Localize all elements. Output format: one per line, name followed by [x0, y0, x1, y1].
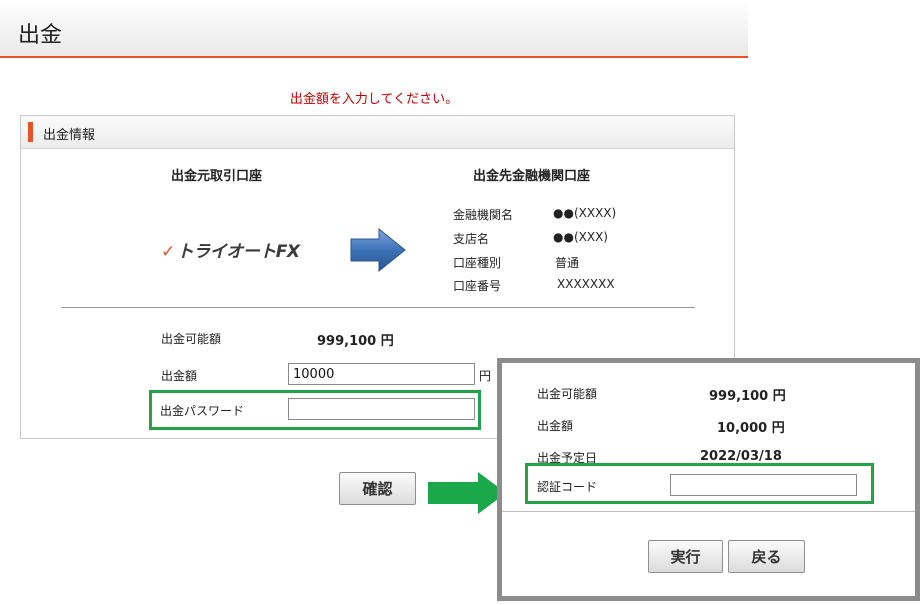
password-label: 出金パスワード [160, 404, 245, 418]
destination-account-title: 出金先金融機関口座 [473, 169, 591, 184]
panel-accent-bar [28, 122, 33, 142]
triauto-fx-logo: ✓ トライオートFX [161, 242, 300, 262]
notice-message: 出金額を入力してください。 [289, 92, 459, 107]
popup-amount-label: 出金額 [537, 419, 574, 433]
transfer-arrow-icon [350, 227, 406, 273]
auth-code-input[interactable] [670, 474, 857, 496]
panel-title: 出金情報 [43, 128, 96, 143]
back-button[interactable]: 戻る [728, 540, 805, 573]
panel-header: 出金情報 [21, 116, 734, 149]
account-type-value: 普通 [555, 256, 580, 270]
bank-name-value: ●●(XXXX) [553, 206, 617, 220]
amount-unit: 円 [479, 369, 492, 383]
page-header: 出金 [0, 4, 748, 58]
popup-date-value: 2022/03/18 [700, 449, 782, 464]
source-account-title: 出金元取引口座 [171, 169, 263, 184]
available-amount-label: 出金可能額 [161, 332, 222, 346]
confirmation-popup: 出金可能額 999,100 円 出金額 10,000 円 出金予定日 2022/… [497, 358, 920, 601]
popup-available-value: 999,100 円 [709, 389, 786, 404]
branch-name-value: ●●(XXX) [553, 230, 608, 244]
popup-separator [502, 511, 915, 512]
amount-input[interactable] [288, 363, 475, 385]
page-title: 出金 [18, 23, 63, 48]
account-number-label: 口座番号 [453, 279, 502, 293]
execute-button[interactable]: 実行 [648, 540, 723, 573]
confirm-button[interactable]: 確認 [339, 472, 416, 505]
bank-name-label: 金融機関名 [453, 208, 514, 222]
available-amount-value: 999,100 円 [317, 334, 394, 349]
branch-name-label: 支店名 [453, 232, 490, 246]
account-number-value: XXXXXXX [557, 277, 615, 291]
auth-code-label: 認証コード [537, 480, 598, 494]
amount-label: 出金額 [161, 369, 198, 383]
next-step-arrow-icon [428, 472, 506, 514]
popup-amount-value: 10,000 円 [717, 421, 785, 436]
popup-available-label: 出金可能額 [537, 387, 598, 401]
account-type-label: 口座種別 [453, 256, 502, 270]
password-input[interactable] [288, 398, 475, 420]
panel-divider [61, 307, 695, 308]
